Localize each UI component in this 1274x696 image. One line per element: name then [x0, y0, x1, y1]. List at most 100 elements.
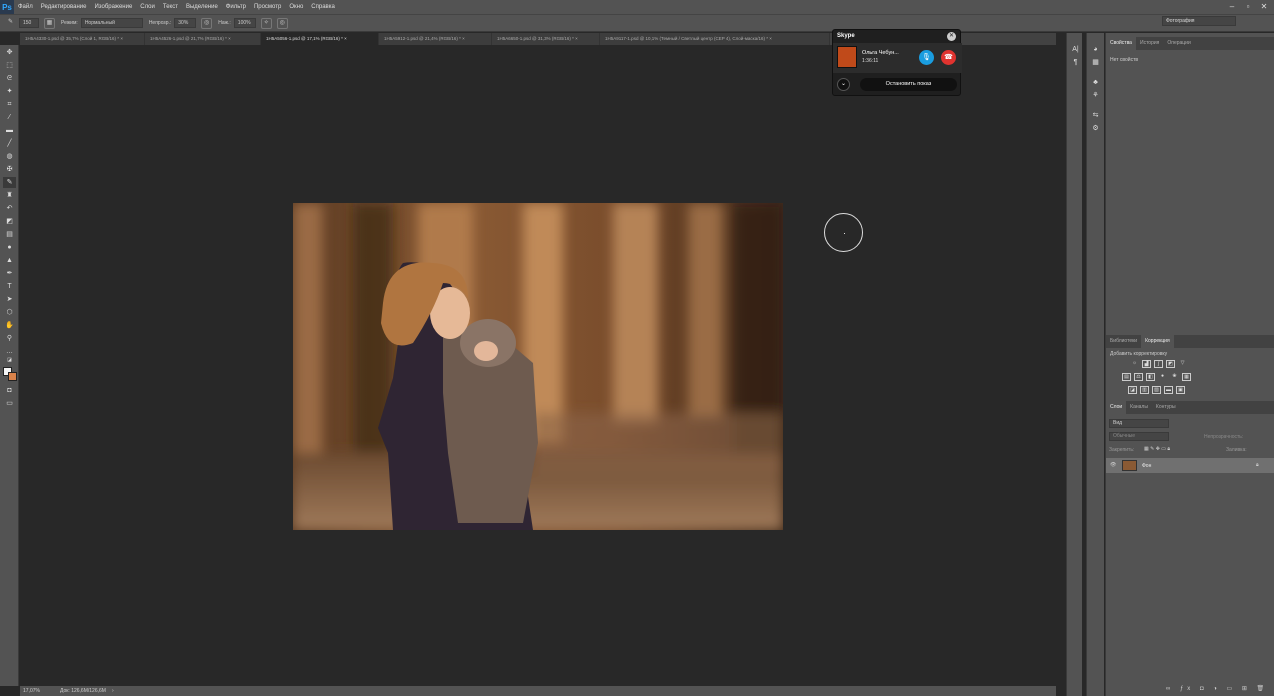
flow-input[interactable]: 100% — [233, 18, 256, 28]
clone-stamp-icon[interactable]: ♜ — [3, 190, 16, 201]
brush-tool-active-icon[interactable]: ✎ — [3, 177, 16, 188]
patch-tool-icon[interactable]: ◍ — [3, 151, 16, 162]
invert-icon[interactable]: ◪ — [1128, 386, 1137, 394]
close-window-icon[interactable]: ✕ — [1258, 0, 1270, 14]
paragraph-panel-icon[interactable]: ¶ — [1070, 58, 1081, 68]
document-image[interactable] — [293, 203, 783, 530]
workspace-select[interactable]: Фотография — [1162, 16, 1236, 26]
color-panel-icon[interactable]: ◕ — [1090, 45, 1101, 55]
pressure-size-icon[interactable]: ◎ — [276, 17, 288, 29]
tab-channels[interactable]: Каналы — [1126, 401, 1152, 414]
skype-close-icon[interactable]: ✕ — [947, 32, 956, 41]
tab-layers[interactable]: Слои — [1106, 401, 1127, 414]
menu-select[interactable]: Выделение — [182, 4, 222, 10]
magic-wand-icon[interactable]: ✦ — [3, 86, 16, 97]
minimize-icon[interactable]: – — [1226, 0, 1238, 14]
skype-mic-button[interactable]: 🎙︎ — [919, 50, 934, 65]
maximize-icon[interactable]: ▫ — [1242, 0, 1254, 14]
tab-libraries[interactable]: Библиотеки — [1106, 335, 1141, 348]
brushes-icon[interactable]: ⚘ — [1090, 91, 1101, 101]
hand-tool-icon[interactable]: ✋ — [3, 320, 16, 331]
tab-doc-2[interactable]: 1H5A4526-1.psd @ 21,7% (RGB/16) * × — [145, 33, 261, 45]
menu-window[interactable]: Окно — [285, 4, 307, 10]
photo-filter-icon[interactable]: ● — [1158, 373, 1167, 381]
gradient-map-icon[interactable]: ▬ — [1164, 386, 1173, 394]
curves-icon[interactable]: ∫ — [1154, 360, 1163, 368]
tab-paths[interactable]: Контуры — [1152, 401, 1180, 414]
crop-tool-icon[interactable]: ⌗ — [3, 99, 16, 110]
layer-visibility-eye-icon[interactable]: 👁︎ — [1110, 462, 1116, 468]
lasso-tool-icon[interactable]: ᘓ — [3, 73, 16, 84]
canvas-area[interactable] — [20, 45, 1056, 686]
dodge-icon[interactable]: ▲ — [3, 255, 16, 266]
hue-saturation-icon[interactable]: ▤ — [1122, 373, 1131, 381]
brush-tool-icon[interactable]: ✎ — [5, 18, 16, 29]
menu-layer[interactable]: Слои — [136, 4, 159, 10]
tab-doc-5[interactable]: 1H5A6650-1.psd @ 31,3% (RGB/16) * × — [492, 33, 600, 45]
status-arrow-icon[interactable]: › — [112, 686, 114, 696]
tab-doc-3[interactable]: 1H5A5056-1.psd @ 17,1% (RGB/16) * × — [261, 33, 379, 45]
red-eye-icon[interactable]: ✠ — [3, 164, 16, 175]
quick-mask-icon[interactable]: ◘ — [3, 385, 16, 396]
exposure-icon[interactable]: ◩ — [1166, 360, 1175, 368]
eyedropper-icon[interactable]: ⁄ — [3, 112, 16, 123]
selective-color-icon[interactable]: ▣ — [1176, 386, 1185, 394]
levels-icon[interactable]: ▟ — [1142, 360, 1151, 368]
tab-history[interactable]: История — [1136, 37, 1163, 50]
tab-adjustments[interactable]: Коррекция — [1141, 335, 1174, 348]
menu-help[interactable]: Справка — [307, 4, 339, 10]
type-tool-icon[interactable]: T — [3, 281, 16, 292]
tab-properties[interactable]: Свойства — [1106, 37, 1136, 50]
posterize-icon[interactable]: ▥ — [1140, 386, 1149, 394]
tab-actions[interactable]: Операции — [1163, 37, 1194, 50]
lock-icons[interactable]: ▦ ✎ ✥ ▭ 🔒︎ — [1144, 446, 1170, 452]
skype-expand-button[interactable]: ⌄ — [837, 78, 850, 91]
stop-sharing-button[interactable]: Остановить показ — [860, 78, 957, 91]
blend-mode-select[interactable]: Обычные — [1109, 432, 1169, 441]
zoom-tool-icon[interactable]: ⚲ — [3, 333, 16, 344]
pen-tool-icon[interactable]: ✒ — [3, 268, 16, 279]
history-brush-icon[interactable]: ↶ — [3, 203, 16, 214]
character-panel-icon[interactable]: A| — [1070, 45, 1081, 55]
color-lookup-icon[interactable]: ▦ — [1182, 373, 1191, 381]
menu-file[interactable]: Файл — [14, 4, 37, 10]
background-color-swatch[interactable] — [8, 372, 17, 381]
gradient-icon[interactable]: ▤ — [3, 229, 16, 240]
airbrush-icon[interactable]: ✧ — [260, 17, 272, 29]
menu-filter[interactable]: Фильтр — [222, 4, 250, 10]
marquee-tool-icon[interactable]: ⬚ — [3, 60, 16, 71]
layer-row-background[interactable]: 👁︎ Фон 🔒︎ — [1106, 458, 1274, 473]
tab-doc-6[interactable]: 1H5A9117-1.psd @ 10,1% (Темный / Светлый… — [600, 33, 830, 45]
move-tool-icon[interactable]: ✥ — [3, 47, 16, 58]
ruler-icon[interactable]: ╱ — [3, 138, 16, 149]
color-balance-icon[interactable]: ⚖ — [1134, 373, 1143, 381]
threshold-icon[interactable]: ▧ — [1152, 386, 1161, 394]
actions-panel-icon[interactable]: ⇆ — [1090, 111, 1101, 121]
brush-size-picker[interactable]: 150 — [19, 18, 39, 28]
default-colors-icon[interactable]: ◪ — [3, 355, 16, 366]
shape-tool-icon[interactable]: ⬡ — [3, 307, 16, 318]
pressure-opacity-icon[interactable]: ◎ — [201, 17, 213, 29]
screen-mode-icon[interactable]: ▭ — [3, 398, 16, 409]
brightness-icon[interactable]: ☼ — [1130, 360, 1139, 368]
zoom-level[interactable]: 17,07% — [20, 686, 60, 696]
swatches-panel-icon[interactable]: ▦ — [1090, 58, 1101, 68]
menu-type[interactable]: Текст — [159, 4, 182, 10]
healing-brush-icon[interactable]: ▬ — [3, 125, 16, 136]
vibrance-icon[interactable]: ▽ — [1178, 360, 1187, 368]
menu-edit[interactable]: Редактирование — [37, 4, 91, 10]
path-select-icon[interactable]: ➤ — [3, 294, 16, 305]
menu-view[interactable]: Просмотр — [250, 4, 285, 10]
menu-image[interactable]: Изображение — [90, 4, 136, 10]
eraser-icon[interactable]: ◩ — [3, 216, 16, 227]
channel-mixer-icon[interactable]: ❀ — [1170, 373, 1179, 381]
blur-icon[interactable]: ● — [3, 242, 16, 253]
layer-filter-select[interactable]: Вид — [1109, 419, 1169, 428]
brush-presets-icon[interactable]: ♣ — [1090, 78, 1101, 88]
mode-select[interactable]: Нормальный — [80, 18, 143, 28]
opacity-input[interactable]: 30% — [174, 18, 197, 28]
brush-panel-icon[interactable]: ▦ — [44, 17, 55, 29]
clone-source-icon[interactable]: ⚙ — [1090, 124, 1101, 134]
tab-doc-4[interactable]: 1H5A5912-1.psd @ 21,4% (RGB/16) * × — [379, 33, 492, 45]
tab-doc-1[interactable]: 1H5A4330-1.psd @ 35,7% (Слой 1, RGB/16) … — [20, 33, 145, 45]
